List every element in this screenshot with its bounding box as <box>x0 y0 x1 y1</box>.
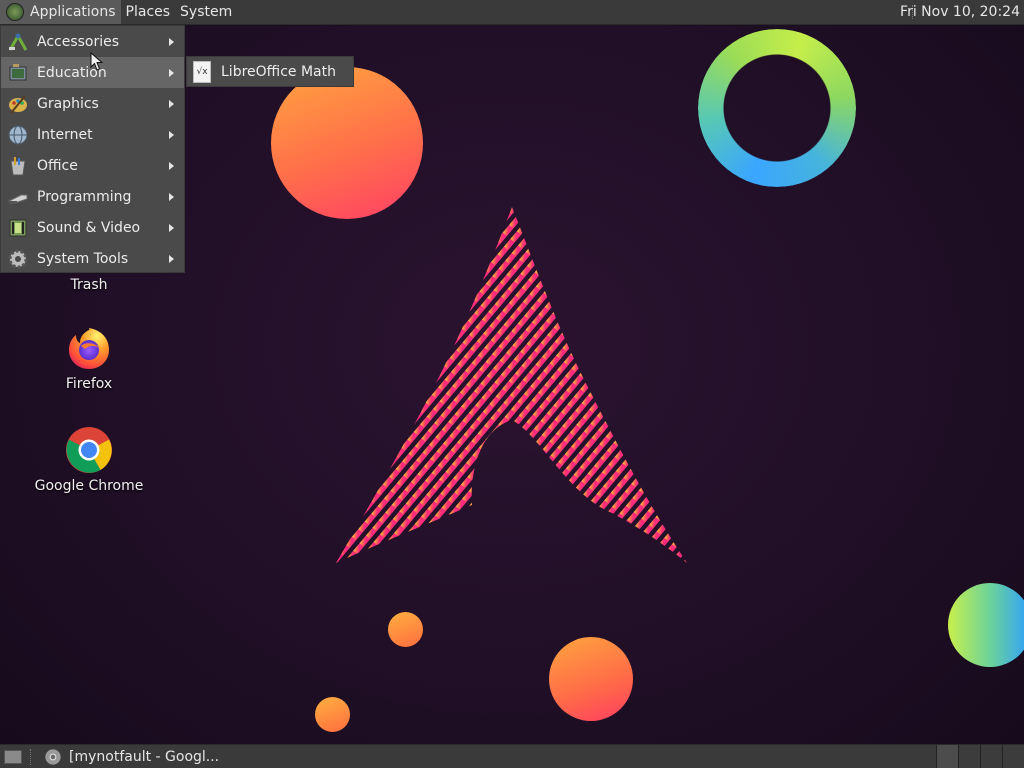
firefox-icon <box>69 328 109 369</box>
submenu-arrow-icon <box>169 37 174 46</box>
submenu-arrow-icon <box>169 192 174 201</box>
chrome-icon <box>45 748 61 765</box>
wallpaper-circle <box>315 697 350 732</box>
desktop-icon-label: Trash <box>70 277 108 293</box>
programming-icon <box>7 186 29 208</box>
menu-item-system-tools[interactable]: System Tools <box>1 243 184 274</box>
menu-item-label: Office <box>37 157 78 174</box>
submenu-arrow-icon <box>169 254 174 263</box>
submenu-arrow-icon <box>169 99 174 108</box>
desktop-icon-firefox[interactable]: Firefox <box>34 324 144 392</box>
distro-logo-icon <box>6 3 24 21</box>
system-tools-icon <box>7 248 29 270</box>
sound-video-icon <box>7 217 29 239</box>
libreoffice-math-icon: √x <box>193 60 211 83</box>
workspace-3[interactable] <box>980 745 1002 768</box>
menu-item-label: Accessories <box>37 33 120 50</box>
menu-item-programming[interactable]: Programming <box>1 181 184 212</box>
menu-item-label: Programming <box>37 188 132 205</box>
education-icon <box>7 62 29 84</box>
wallpaper-circle <box>271 67 423 219</box>
menu-item-label: Graphics <box>37 95 99 112</box>
workspace-1[interactable] <box>936 745 958 768</box>
bottom-panel: [mynotfault - Googl... <box>0 744 1024 768</box>
taskbar-button-chrome[interactable]: [mynotfault - Googl... <box>39 746 225 768</box>
show-desktop-icon[interactable] <box>4 749 22 764</box>
menu-item-office[interactable]: Office <box>1 150 184 181</box>
menu-item-internet[interactable]: Internet <box>1 119 184 150</box>
wallpaper-circle <box>948 583 1024 667</box>
arch-logo-graphic <box>336 207 687 563</box>
submenu-arrow-icon <box>169 161 174 170</box>
graphics-icon <box>7 93 29 115</box>
menu-item-label: System Tools <box>37 250 129 267</box>
panel-separator <box>30 748 33 765</box>
desktop-icon-trash[interactable]: Trash <box>34 277 144 293</box>
system-menu-button[interactable]: System <box>175 0 237 24</box>
places-menu-button[interactable]: Places <box>121 0 176 24</box>
desktop-icon-label: Firefox <box>65 376 113 392</box>
workspace-4[interactable] <box>1002 745 1024 768</box>
desktop-icon-google-chrome[interactable]: Google Chrome <box>34 426 144 494</box>
menu-item-label: Internet <box>37 126 93 143</box>
top-panel: Applications Places System Fri Nov 10, 2… <box>0 0 1024 25</box>
submenu-item-libreoffice-math[interactable]: √x LibreOffice Math <box>186 56 354 87</box>
workspace-switcher <box>936 745 1024 768</box>
desktop-icon-label: Google Chrome <box>34 478 144 494</box>
submenu-arrow-icon <box>169 223 174 232</box>
menu-item-graphics[interactable]: Graphics <box>1 88 184 119</box>
taskbar-button-label: [mynotfault - Googl... <box>69 748 220 765</box>
clock[interactable]: Fri Nov 10, 20:24 <box>900 0 1020 24</box>
office-icon <box>7 155 29 177</box>
internet-icon <box>7 124 29 146</box>
mouse-cursor-icon <box>90 52 104 71</box>
submenu-arrow-icon <box>169 130 174 139</box>
menu-item-label: Sound & Video <box>37 219 141 236</box>
applications-menu-label: Applications <box>30 4 116 20</box>
chrome-icon <box>66 427 112 473</box>
submenu-item-label: LibreOffice Math <box>221 63 336 80</box>
wallpaper-circle <box>549 637 633 721</box>
accessories-icon <box>7 31 29 53</box>
applications-menu-button[interactable]: Applications <box>0 0 121 24</box>
wallpaper-circle <box>388 612 423 647</box>
workspace-2[interactable] <box>958 745 980 768</box>
submenu-arrow-icon <box>169 68 174 77</box>
wallpaper-ring <box>698 29 856 187</box>
menu-item-sound-video[interactable]: Sound & Video <box>1 212 184 243</box>
